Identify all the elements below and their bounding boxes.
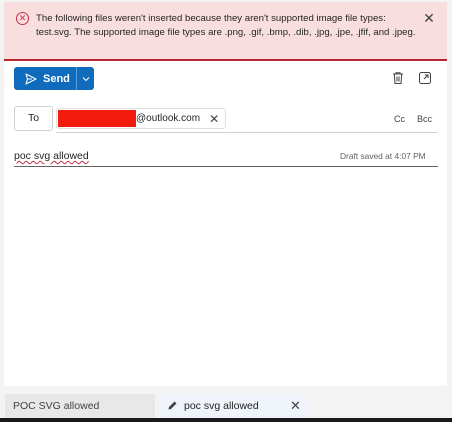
divider <box>56 132 438 133</box>
compose-tabbar: POC SVG allowed poc svg allowed ✕ <box>0 394 452 418</box>
to-button[interactable]: To <box>14 106 53 131</box>
send-icon <box>25 72 37 85</box>
send-button[interactable]: Send <box>14 67 76 90</box>
send-options-dropdown[interactable] <box>77 67 94 90</box>
chevron-down-icon <box>82 76 89 81</box>
subject-field[interactable]: poc svg allowed <box>14 150 89 162</box>
subject-text: poc svg allowed <box>14 150 89 162</box>
tab-draft[interactable]: poc svg allowed ✕ <box>157 394 307 418</box>
redacted-address <box>58 110 136 127</box>
send-label: Send <box>43 72 70 85</box>
trash-icon[interactable] <box>391 71 405 85</box>
close-icon[interactable]: ✕ <box>290 394 301 418</box>
close-icon[interactable]: ✕ <box>209 112 219 126</box>
send-button-group: Send <box>14 67 94 90</box>
bcc-button[interactable]: Bcc <box>417 114 432 124</box>
error-message: The following files weren't inserted bec… <box>36 13 416 39</box>
error-circle-icon: ✕ <box>16 12 29 25</box>
recipient-chip[interactable]: @outlook.com ✕ <box>56 108 226 129</box>
pen-icon <box>168 401 177 410</box>
popout-icon[interactable] <box>418 71 432 85</box>
close-icon[interactable]: ✕ <box>422 11 436 25</box>
tab-label: poc svg allowed <box>184 400 259 412</box>
recipient-domain: @outlook.com <box>136 113 201 124</box>
error-banner: ✕ The following files weren't inserted b… <box>4 2 447 61</box>
divider <box>14 166 438 167</box>
compose-pane: ✕ The following files weren't inserted b… <box>4 2 447 386</box>
message-body[interactable] <box>14 172 438 382</box>
taskbar-edge <box>0 418 452 422</box>
draft-status: Draft saved at 4:07 PM <box>340 151 426 161</box>
cc-button[interactable]: Cc <box>394 114 405 124</box>
tab-poc-svg-allowed[interactable]: POC SVG allowed <box>5 394 155 418</box>
